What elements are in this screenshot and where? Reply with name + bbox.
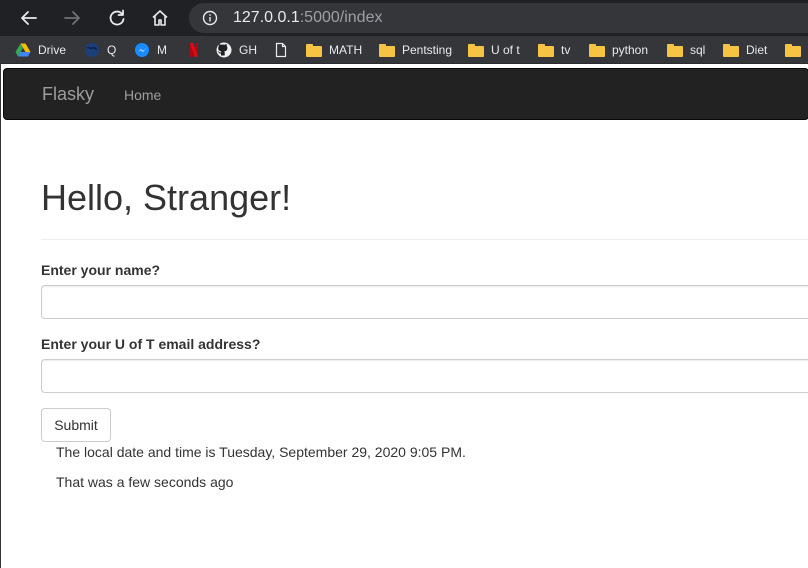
bookmark-drive[interactable]: Drive (15, 41, 66, 59)
folder-icon (538, 43, 554, 57)
url-text[interactable]: 127.0.0.1:5000/index (233, 9, 382, 27)
folder-icon (667, 43, 683, 57)
bookmark-folder-uoft[interactable]: U of t (468, 41, 520, 59)
folder-icon (723, 43, 739, 57)
folder-icon (306, 43, 322, 57)
bookmark-q[interactable]: Q (84, 41, 116, 59)
bookmark-folder-pentsting[interactable]: Pentsting (379, 41, 452, 59)
submit-button[interactable]: Submit (41, 408, 111, 442)
info-icon[interactable] (202, 10, 218, 26)
bookmark-label: U of t (491, 43, 520, 57)
globe-icon (85, 43, 99, 57)
bookmark-label: sql (690, 43, 706, 57)
bookmark-gh[interactable]: GH (216, 41, 257, 59)
forward-button[interactable] (58, 4, 86, 32)
bookmark-label: Q (107, 43, 117, 57)
bookmarks-bar: Drive Q M GH MATH Pentsting U of t tv py… (0, 36, 808, 64)
name-input[interactable] (41, 285, 808, 319)
page-icon (275, 42, 287, 58)
email-label: Enter your U of T email address? (41, 336, 261, 352)
messenger-icon (135, 43, 149, 57)
bookmark-folder-math[interactable]: MATH (306, 41, 362, 59)
browser-toolbar: 127.0.0.1:5000/index (0, 0, 808, 36)
bookmark-label: M (157, 43, 167, 57)
local-datetime-text: The local date and time is Tuesday, Sept… (56, 444, 466, 460)
bookmark-page[interactable] (273, 41, 296, 59)
email-input[interactable] (41, 359, 808, 393)
bookmark-folder-tv[interactable]: tv (538, 41, 570, 59)
netflix-icon (190, 43, 198, 57)
bookmark-label: Pentsting (402, 43, 453, 57)
address-bar[interactable]: 127.0.0.1:5000/index (189, 3, 808, 33)
relative-time-text: That was a few seconds ago (56, 474, 234, 490)
bookmark-label: GH (239, 43, 257, 57)
navbar-brand[interactable]: Flasky (42, 84, 94, 105)
back-button[interactable] (15, 4, 43, 32)
folder-icon (785, 43, 801, 57)
page-title: Hello, Stranger! (41, 177, 292, 218)
home-button[interactable] (146, 4, 174, 32)
header-divider (41, 239, 808, 240)
bookmark-label: MATH (329, 43, 363, 57)
folder-icon (468, 43, 484, 57)
url-path: :5000/index (299, 9, 383, 26)
reload-button[interactable] (103, 4, 131, 32)
bookmark-m[interactable]: M (134, 41, 167, 59)
bookmark-label: Drive (38, 43, 67, 57)
arrow-right-icon (64, 11, 80, 25)
folder-icon (379, 43, 395, 57)
bookmark-folder-python[interactable]: python (589, 41, 648, 59)
name-label: Enter your name? (41, 262, 161, 278)
page-viewport: Flasky Home Hello, Stranger! Enter your … (0, 64, 808, 568)
bookmark-folder-sql[interactable]: sql (667, 41, 705, 59)
nav-link-home[interactable]: Home (124, 87, 161, 103)
url-host: 127.0.0.1 (233, 9, 300, 26)
github-icon (216, 42, 232, 58)
google-drive-icon (15, 43, 31, 57)
folder-icon (589, 43, 605, 57)
bookmark-label: python (612, 43, 649, 57)
arrow-left-icon (21, 11, 37, 25)
bookmark-folder-overflow[interactable] (785, 41, 808, 59)
top-navbar: Flasky Home (3, 68, 808, 120)
bookmark-label: Diet (746, 43, 768, 57)
bookmark-label: tv (561, 43, 571, 57)
bookmark-netflix[interactable] (186, 41, 209, 59)
reload-icon (109, 9, 125, 26)
bookmark-folder-diet[interactable]: Diet (723, 41, 767, 59)
home-icon (152, 10, 168, 26)
